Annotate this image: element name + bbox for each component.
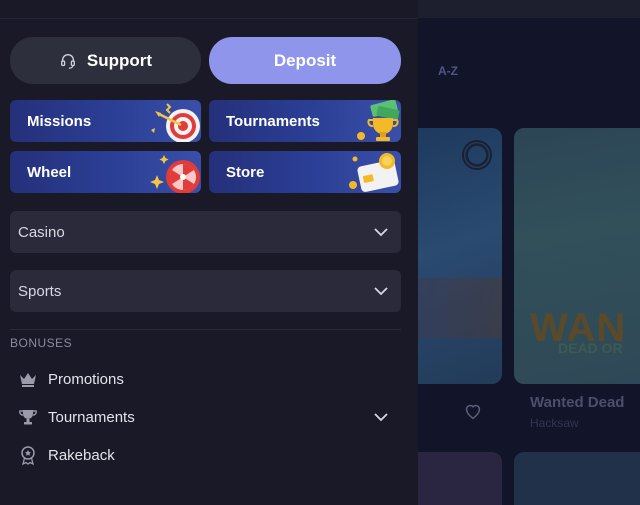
menu-item-label: Rakeback <box>48 446 115 464</box>
trophy-icon <box>18 407 38 427</box>
crown-icon <box>18 369 38 389</box>
favorite-heart-icon[interactable] <box>462 400 484 422</box>
game-badge-icon <box>462 140 492 170</box>
casino-dropdown-label: Casino <box>18 223 65 241</box>
game-card[interactable] <box>418 452 502 505</box>
game-card[interactable] <box>514 452 640 505</box>
tile-missions[interactable]: Missions <box>10 100 201 142</box>
medal-icon <box>18 445 38 465</box>
bonuses-heading: BONUSES <box>10 336 73 350</box>
game-provider: Hacksaw <box>530 416 579 430</box>
support-button-label: Support <box>86 50 153 70</box>
deposit-button-label: Deposit <box>273 50 337 70</box>
sidebar-menu: Support Deposit Missions Tournaments Whe… <box>0 0 418 505</box>
support-button[interactable]: Support <box>10 37 201 84</box>
target-dart-icon <box>151 103 200 142</box>
divider <box>10 329 401 330</box>
chevron-down-icon <box>374 228 388 237</box>
sports-dropdown[interactable]: Sports <box>10 270 401 312</box>
deposit-button[interactable]: Deposit <box>209 37 401 84</box>
tile-wheel-label: Wheel <box>27 163 72 181</box>
prize-wheel-icon <box>150 155 200 193</box>
chevron-down-icon[interactable] <box>373 409 389 425</box>
tile-tournaments[interactable]: Tournaments <box>209 100 401 142</box>
game-art-subtitle: DEAD OR <box>558 340 623 356</box>
sports-dropdown-label: Sports <box>18 282 62 300</box>
tile-store[interactable]: Store <box>209 151 401 193</box>
game-title: Wanted Dead <box>530 394 625 411</box>
menu-item-label: Promotions <box>48 370 124 388</box>
tile-missions-label: Missions <box>27 112 92 130</box>
game-card[interactable] <box>418 128 502 384</box>
coin-card-icon <box>349 153 399 192</box>
headset-icon <box>60 53 75 69</box>
background-topbar <box>418 0 640 18</box>
trophy-cash-icon <box>357 100 400 141</box>
tile-tournaments-label: Tournaments <box>226 112 320 130</box>
menu-item-label: Tournaments <box>48 408 135 426</box>
menu-item-tournaments[interactable]: Tournaments <box>18 404 401 430</box>
menu-item-rakeback[interactable]: Rakeback <box>18 442 401 468</box>
background-page: A-Z WAN DEAD OR Wanted Dead Hacksaw <box>418 0 640 505</box>
casino-dropdown[interactable]: Casino <box>10 211 401 253</box>
divider <box>0 18 418 19</box>
chevron-down-icon <box>374 287 388 296</box>
tile-wheel[interactable]: Wheel <box>10 151 201 193</box>
game-card-wanted-dead[interactable]: WAN DEAD OR <box>514 128 640 384</box>
menu-item-promotions[interactable]: Promotions <box>18 366 401 392</box>
sort-filter-az[interactable]: A-Z <box>438 64 458 78</box>
tile-store-label: Store <box>226 163 265 181</box>
